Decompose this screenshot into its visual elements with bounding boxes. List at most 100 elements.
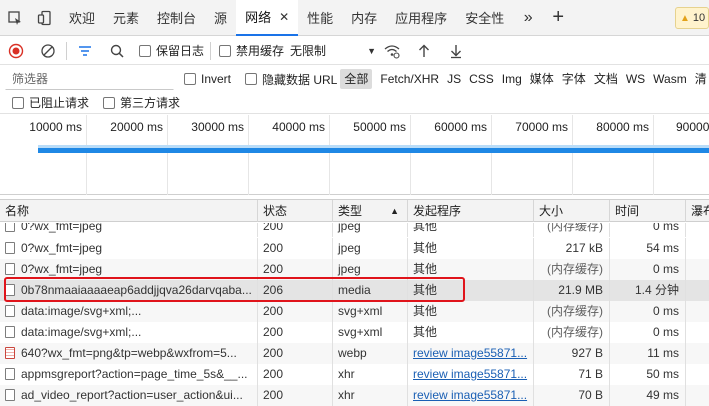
- table-row[interactable]: data:image/svg+xml;... 200 svg+xml 其他 (内…: [0, 301, 709, 322]
- close-tab-icon[interactable]: ✕: [279, 10, 289, 24]
- clear-icon[interactable]: [32, 37, 64, 65]
- column-header-size[interactable]: 大小: [534, 200, 610, 222]
- cell-name: ad_video_report?action=user_action&ui...: [0, 385, 258, 406]
- hide-data-urls-checkbox[interactable]: 隐藏数据 URL: [245, 71, 337, 88]
- table-row-selected[interactable]: 0b78nmaaiaaaaeap6addjjqva26darvqaba... 2…: [0, 280, 709, 301]
- type-filter-font[interactable]: 字体: [558, 69, 590, 89]
- import-har-icon[interactable]: [408, 37, 440, 65]
- search-icon[interactable]: [101, 37, 133, 65]
- type-filter-manifest[interactable]: 清: [691, 69, 709, 89]
- column-header-time[interactable]: 时间: [610, 200, 686, 222]
- export-har-icon[interactable]: [440, 37, 472, 65]
- initiator-link[interactable]: review image55871...: [408, 385, 534, 406]
- table-row[interactable]: 0?wx_fmt=jpeg 200 jpeg 其他 217 kB 54 ms: [0, 238, 709, 259]
- checkbox-box[interactable]: [12, 96, 24, 109]
- type-filter-all[interactable]: 全部: [340, 69, 373, 89]
- type-filter-js[interactable]: JS: [443, 69, 465, 89]
- type-filter-ws[interactable]: WS: [622, 69, 649, 89]
- file-icon: [5, 326, 15, 338]
- checkbox-box[interactable]: [245, 73, 258, 85]
- tab-label: 源: [214, 11, 228, 26]
- timeline-tick: 80000 ms: [596, 120, 649, 134]
- cell-type: jpeg: [333, 238, 408, 259]
- checkbox-box[interactable]: [103, 96, 116, 109]
- table-row[interactable]: 0?wx_fmt=jpeg 200 jpeg 其他 (内存缓存) 0 ms: [0, 223, 709, 237]
- tab-elements[interactable]: 元素: [104, 0, 148, 36]
- cell-type: webp: [333, 343, 408, 364]
- cell-name-text: 0?wx_fmt=jpeg: [21, 241, 103, 255]
- tab-performance[interactable]: 性能: [298, 0, 342, 36]
- file-icon: [5, 389, 15, 401]
- timeline-overview[interactable]: 10000 ms 20000 ms 30000 ms 40000 ms 5000…: [0, 115, 709, 195]
- cell-status: 200: [258, 223, 333, 237]
- inspect-element-icon[interactable]: [0, 0, 30, 36]
- tab-label: 网络: [245, 10, 272, 25]
- tab-sources[interactable]: 源: [205, 0, 236, 36]
- invert-checkbox[interactable]: Invert: [184, 72, 231, 86]
- tab-network[interactable]: 网络 ✕: [236, 0, 299, 36]
- filter-icon[interactable]: [69, 37, 101, 65]
- column-header-waterfall[interactable]: 瀑布: [686, 200, 709, 222]
- cell-waterfall: [686, 322, 709, 343]
- blocked-requests-checkbox[interactable]: 已阻止请求: [12, 94, 89, 111]
- timeline-tick: 30000 ms: [191, 120, 244, 134]
- tab-memory[interactable]: 内存: [342, 0, 386, 36]
- type-filter-media[interactable]: 媒体: [526, 69, 558, 89]
- initiator-link[interactable]: review image55871...: [408, 364, 534, 385]
- type-filter-wasm[interactable]: Wasm: [649, 69, 691, 89]
- checkbox-box[interactable]: [139, 44, 151, 57]
- cell-status: 200: [258, 364, 333, 385]
- tab-welcome[interactable]: 欢迎: [60, 0, 104, 36]
- more-tabs-icon[interactable]: »: [513, 0, 543, 36]
- checkbox-box[interactable]: [184, 73, 196, 85]
- checkbox-box[interactable]: [219, 44, 232, 57]
- tab-security[interactable]: 安全性: [456, 0, 513, 36]
- grid-line: [329, 115, 330, 195]
- cell-size: 217 kB: [534, 238, 610, 259]
- type-filter-css[interactable]: CSS: [465, 69, 498, 89]
- cell-name-text: data:image/svg+xml;...: [21, 325, 142, 339]
- cell-waterfall: [686, 259, 709, 280]
- preserve-log-checkbox[interactable]: 保留日志: [139, 42, 204, 59]
- column-header-status[interactable]: 状态: [258, 200, 333, 222]
- cell-type: jpeg: [333, 259, 408, 280]
- type-filter-img[interactable]: Img: [498, 69, 526, 89]
- third-party-checkbox[interactable]: 第三方请求: [103, 94, 180, 111]
- disable-cache-checkbox[interactable]: 禁用缓存: [219, 42, 284, 59]
- tab-console[interactable]: 控制台: [148, 0, 205, 36]
- cell-size: (内存缓存): [534, 223, 610, 237]
- cell-status: 206: [258, 280, 333, 301]
- table-row[interactable]: 640?wx_fmt=png&tp=webp&wxfrom=5... 200 w…: [0, 343, 709, 364]
- cell-name: 0?wx_fmt=jpeg: [0, 259, 258, 280]
- disable-cache-label: 禁用缓存: [236, 44, 285, 58]
- cell-time: 0 ms: [610, 223, 686, 237]
- cell-name-text: ad_video_report?action=user_action&ui...: [21, 388, 243, 402]
- divider: [66, 41, 67, 60]
- initiator-link[interactable]: review image55871...: [408, 343, 534, 364]
- type-filter-doc[interactable]: 文档: [590, 69, 622, 89]
- table-row[interactable]: appmsgreport?action=page_time_5s&__... 2…: [0, 364, 709, 385]
- issues-count: 10: [692, 12, 706, 24]
- device-emulation-icon[interactable]: [30, 0, 60, 36]
- cell-type: media: [333, 280, 408, 301]
- throttling-select[interactable]: 无限制 ▼: [290, 42, 376, 59]
- cell-name: 640?wx_fmt=png&tp=webp&wxfrom=5...: [0, 343, 258, 364]
- table-row[interactable]: 0?wx_fmt=jpeg 200 jpeg 其他 (内存缓存) 0 ms: [0, 259, 709, 280]
- cell-initiator: 其他: [408, 280, 534, 301]
- cell-name: appmsgreport?action=page_time_5s&__...: [0, 364, 258, 385]
- column-header-name[interactable]: 名称: [0, 200, 258, 222]
- cell-name: 0?wx_fmt=jpeg: [0, 238, 258, 259]
- type-filter-fetch-xhr[interactable]: Fetch/XHR: [376, 69, 443, 89]
- table-row[interactable]: data:image/svg+xml;... 200 svg+xml 其他 (内…: [0, 322, 709, 343]
- cell-time: 0 ms: [610, 301, 686, 322]
- add-tab-icon[interactable]: +: [543, 0, 573, 36]
- tab-application[interactable]: 应用程序: [386, 0, 456, 36]
- network-conditions-icon[interactable]: [376, 37, 408, 65]
- record-icon[interactable]: [0, 37, 32, 65]
- tab-label: 欢迎: [69, 11, 96, 26]
- column-header-initiator[interactable]: 发起程序: [408, 200, 534, 222]
- filter-input[interactable]: [5, 68, 174, 90]
- column-header-type[interactable]: 类型 ▲: [333, 200, 408, 222]
- issues-badge[interactable]: ▲ 10: [675, 7, 709, 29]
- table-row[interactable]: ad_video_report?action=user_action&ui...…: [0, 385, 709, 406]
